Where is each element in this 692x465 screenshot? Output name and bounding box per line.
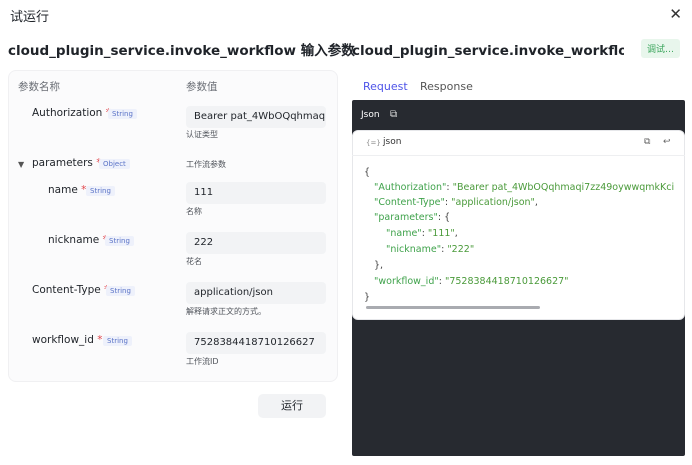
code-block bbox=[352, 130, 685, 320]
param-name-name: name * bbox=[48, 184, 87, 196]
code-language-label: json bbox=[383, 137, 402, 147]
collapse-caret-icon[interactable]: ▼ bbox=[18, 160, 24, 169]
code-line: } bbox=[364, 292, 371, 303]
code-line: }, bbox=[374, 260, 384, 271]
param-name-authorization: Authorization * bbox=[32, 107, 111, 119]
param-hint: 名称 bbox=[186, 207, 202, 216]
dialog-title: 试运行 bbox=[10, 10, 50, 25]
tab-response[interactable]: Response bbox=[420, 80, 473, 93]
code-line: "Authorization": "Bearer pat_4WbOQqhmaqi… bbox=[374, 182, 675, 193]
horizontal-scrollbar[interactable] bbox=[366, 306, 540, 309]
name-input[interactable]: 111 bbox=[186, 182, 326, 204]
column-header-value: 参数值 bbox=[186, 81, 218, 93]
nickname-input[interactable]: 222 bbox=[186, 232, 326, 254]
type-tag: String bbox=[108, 109, 137, 119]
code-line: "Content-Type": "application/json", bbox=[374, 197, 538, 208]
code-line: "nickname": "222" bbox=[386, 244, 475, 255]
param-name-parameters: parameters * bbox=[32, 157, 102, 169]
content-type-input[interactable]: application/json bbox=[186, 282, 326, 304]
param-hint: 工作流参数 bbox=[186, 160, 226, 169]
code-line: "workflow_id": "7528384418710126627" bbox=[374, 276, 569, 287]
code-icon: {=} bbox=[366, 139, 381, 147]
status-badge: 调试… bbox=[641, 39, 681, 58]
copy-icon[interactable]: ⧉ bbox=[390, 109, 397, 120]
debug-title: cloud_plugin_service.invoke_workflow 调… bbox=[352, 43, 624, 59]
type-tag: String bbox=[103, 336, 132, 346]
divider bbox=[352, 155, 685, 156]
param-hint: 工作流ID bbox=[186, 357, 219, 366]
param-name-content-type: Content-Type * bbox=[32, 284, 109, 296]
tab-request[interactable]: Request bbox=[363, 80, 408, 93]
param-hint: 花名 bbox=[186, 257, 202, 266]
type-tag: String bbox=[105, 236, 134, 246]
code-line: "name": "111", bbox=[386, 228, 458, 239]
close-icon[interactable]: ✕ bbox=[669, 5, 682, 23]
json-label: Json bbox=[361, 110, 380, 120]
copy-icon[interactable]: ⧉ bbox=[644, 137, 650, 147]
authorization-input[interactable]: Bearer pat_4WbOQqhmaqi bbox=[186, 106, 326, 128]
type-tag: Object bbox=[99, 159, 130, 169]
input-params-title: cloud_plugin_service.invoke_workflow 输入参… bbox=[8, 43, 355, 59]
column-header-name: 参数名称 bbox=[18, 81, 60, 93]
code-line: { bbox=[364, 167, 371, 178]
param-name-workflow-id: workflow_id * bbox=[32, 334, 103, 346]
param-hint: 解释请求正文的方式。 bbox=[186, 307, 266, 316]
code-line: "parameters": { bbox=[374, 212, 451, 223]
run-button[interactable]: 运行 bbox=[258, 394, 326, 418]
type-tag: String bbox=[106, 286, 135, 296]
param-hint: 认证类型 bbox=[186, 130, 218, 139]
wrap-icon[interactable]: ↩ bbox=[663, 137, 671, 147]
type-tag: String bbox=[86, 186, 115, 196]
param-name-nickname: nickname * bbox=[48, 234, 108, 246]
workflow-id-input[interactable]: 7528384418710126627 bbox=[186, 332, 326, 354]
